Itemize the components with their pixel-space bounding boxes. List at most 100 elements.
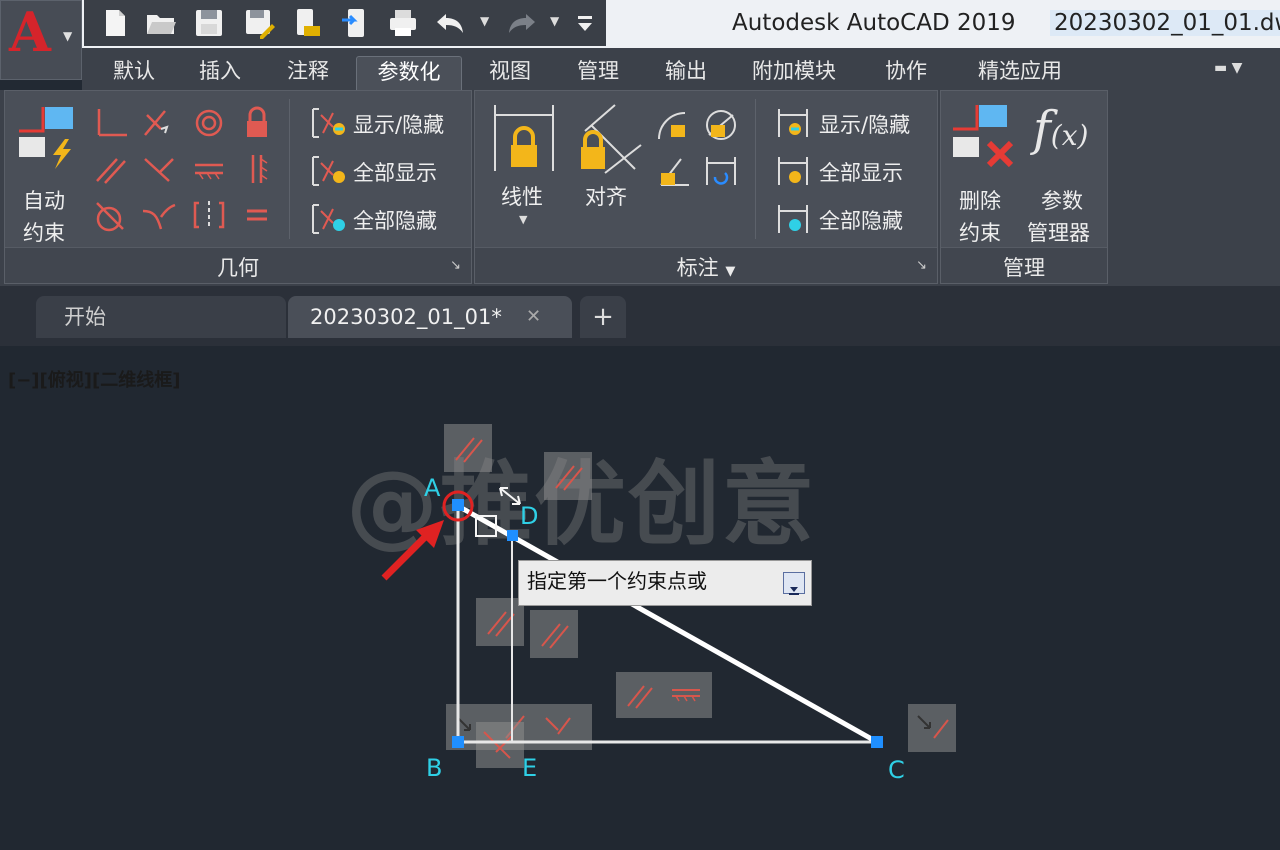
tab-collaborate[interactable]: 协作 [872, 56, 940, 90]
plot-icon[interactable] [386, 6, 420, 40]
function-icon: f(x) [1033, 101, 1089, 157]
delete-constraints-button[interactable]: 删除 约束 [947, 101, 1021, 245]
show-all-constraints-icon[interactable] [307, 153, 349, 189]
save-icon[interactable] [192, 6, 226, 40]
show-all-dimensional-label[interactable]: 全部显示 [819, 157, 903, 187]
new-icon[interactable] [98, 6, 132, 40]
smooth-constraint-icon[interactable] [139, 197, 179, 233]
undo-dropdown-icon[interactable]: ▼ [480, 14, 489, 28]
vertical-constraint-icon[interactable] [237, 151, 277, 187]
linear-dimension-button[interactable]: 线性 ▼ [489, 101, 559, 231]
hide-all-dimensional-icon[interactable] [773, 201, 815, 237]
save-as-icon[interactable] [242, 6, 276, 40]
close-icon[interactable]: ✕ [526, 296, 541, 338]
document-title: 20230302_01_01.dw [1050, 10, 1280, 36]
tab-view[interactable]: 视图 [476, 56, 544, 90]
manage-panel: 删除 约束 f(x) 参数 管理器 管理 [940, 90, 1108, 284]
tab-start[interactable]: 开始 [36, 296, 286, 338]
tab-add-ins[interactable]: 附加模块 [740, 56, 848, 90]
tab-annotate[interactable]: 注释 [274, 56, 342, 90]
options-dropdown-icon[interactable] [783, 572, 805, 595]
show-all-dimensional-icon[interactable] [773, 153, 815, 189]
tab-featured-apps[interactable]: 精选应用 [962, 56, 1078, 90]
chevron-down-icon: ▼ [725, 264, 736, 279]
point-label-d: D [520, 502, 539, 530]
delete-constraints-icon [953, 105, 1014, 168]
aligned-lock-icon [581, 104, 642, 174]
ribbon-minimize-button[interactable]: ▬ ▼ [1214, 60, 1242, 76]
aligned-dimension-button[interactable]: 对齐 [573, 101, 647, 231]
undo-icon[interactable] [434, 6, 468, 40]
auto-constrain-icon [19, 107, 73, 169]
parameters-manager-button[interactable]: f(x) 参数 管理器 [1027, 101, 1105, 245]
tab-manage[interactable]: 管理 [564, 56, 632, 90]
delete-constraints-label-2: 约束 [959, 221, 1001, 245]
dialog-launcher-icon[interactable]: ↘ [450, 258, 461, 273]
app-title: Autodesk AutoCAD 2019 [732, 10, 1016, 36]
linear-label: 线性 [501, 185, 543, 209]
convert-dimension-icon[interactable] [701, 153, 741, 189]
hide-all-dimensional-label[interactable]: 全部隐藏 [819, 205, 903, 235]
tab-drawing[interactable]: 20230302_01_01* ✕ [288, 296, 572, 338]
title-bar: ▼ ▼ Autodesk AutoCAD 2019 20230302_01_01… [0, 0, 1280, 48]
tab-parametric[interactable]: 参数化 [356, 56, 462, 90]
auto-constrain-button[interactable]: 自动 约束 [11, 101, 83, 245]
fix-constraint-icon[interactable] [237, 105, 277, 141]
point-label-e: E [522, 754, 538, 782]
point-label-b: B [426, 754, 443, 782]
hide-all-geometric-label[interactable]: 全部隐藏 [353, 205, 437, 235]
tab-default[interactable]: 默认 [100, 56, 168, 90]
delete-constraints-label-1: 删除 [959, 189, 1001, 213]
equal-constraint-icon[interactable] [237, 197, 277, 233]
horizontal-constraint-icon[interactable] [189, 151, 229, 187]
redo-icon[interactable] [504, 6, 538, 40]
tab-output[interactable]: 输出 [652, 56, 720, 90]
show-all-geometric-label[interactable]: 全部显示 [353, 157, 437, 187]
angular-dimension-icon[interactable] [655, 153, 695, 189]
dimensional-panel: 线性 ▼ 对齐 显示/隐藏 全部显示 全部隐藏 标注 ▼ ↘ [474, 90, 938, 284]
symmetric-constraint-icon[interactable] [189, 197, 229, 233]
open-from-mobile-icon[interactable] [290, 6, 324, 40]
drawing-tab-label: 20230302_01_01* [310, 305, 502, 329]
dimensional-panel-title[interactable]: 标注 ▼ [475, 252, 937, 282]
ribbon-tab-bar: 默认 插入 注释 参数化 视图 管理 输出 附加模块 协作 精选应用 ▬ ▼ [82, 48, 1280, 90]
auto-constrain-label-2: 约束 [23, 221, 65, 245]
hide-all-constraints-icon[interactable] [307, 201, 349, 237]
show-hide-dimensional-label[interactable]: 显示/隐藏 [819, 109, 910, 139]
geometric-panel-footer: 几何 ↘ [5, 247, 471, 283]
show-hide-geometric-label[interactable]: 显示/隐藏 [353, 109, 444, 139]
aligned-label: 对齐 [585, 185, 627, 209]
save-to-mobile-icon[interactable] [338, 6, 372, 40]
show-hide-dimensional-icon[interactable] [773, 105, 815, 141]
panel-separator [289, 99, 290, 239]
redo-dropdown-icon[interactable]: ▼ [550, 14, 559, 28]
dimensional-panel-title-text: 标注 [676, 256, 719, 280]
diameter-dimension-icon[interactable] [701, 107, 741, 143]
autocad-logo-icon: A [9, 0, 51, 64]
ribbon: 自动 约束 显示/隐藏 全部显示 全部隐藏 几何 ↘ 线性 ▼ 对齐 显示/隐藏… [0, 90, 1280, 286]
panel-separator [755, 99, 756, 239]
param-manager-label-2: 管理器 [1027, 221, 1090, 245]
dimensional-panel-footer: 标注 ▼ ↘ [475, 247, 937, 283]
dialog-launcher-icon[interactable]: ↘ [916, 258, 927, 273]
collinear-constraint-icon[interactable] [139, 105, 179, 141]
perpendicular-constraint-icon[interactable] [139, 151, 179, 187]
param-manager-label-1: 参数 [1041, 189, 1083, 213]
command-prompt-tooltip: 指定第一个约束点或 [518, 560, 812, 606]
parallel-constraint-icon[interactable] [91, 151, 131, 187]
open-icon[interactable] [144, 6, 178, 40]
tangent-constraint-icon[interactable] [91, 197, 131, 233]
show-hide-constraint-icon[interactable] [307, 105, 349, 141]
manage-panel-title: 管理 [1003, 256, 1045, 280]
customize-icon[interactable] [568, 6, 602, 40]
tab-insert[interactable]: 插入 [186, 56, 254, 90]
manage-panel-footer: 管理 [941, 247, 1107, 283]
tooltip-text: 指定第一个约束点或 [527, 569, 707, 593]
coincident-constraint-icon[interactable] [91, 105, 131, 141]
concentric-constraint-icon[interactable] [189, 105, 229, 141]
geometric-panel-title: 几何 [217, 256, 259, 280]
application-menu-button[interactable]: A ▼ [0, 0, 82, 80]
new-tab-button[interactable]: + [580, 296, 626, 338]
radius-dimension-icon[interactable] [655, 107, 695, 143]
drawing-canvas[interactable]: [−][俯视][二维线框] @推优创意 A D B E C 指定第一个约束点或 [0, 346, 1280, 850]
